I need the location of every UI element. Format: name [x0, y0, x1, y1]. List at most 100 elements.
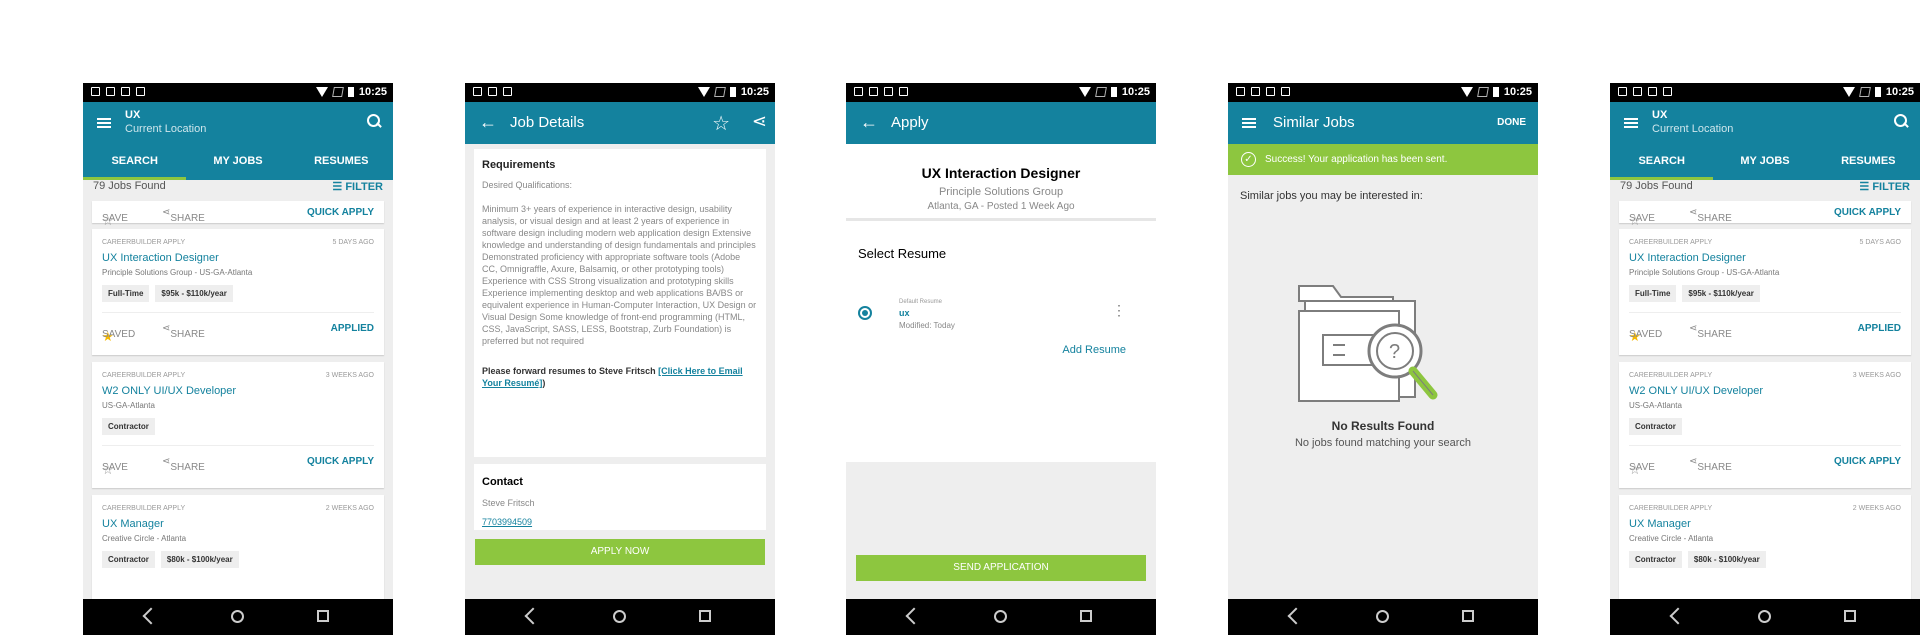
phone-similar-jobs: 10:25 Similar Jobs DONE ✓ Success! Your a…	[1228, 83, 1538, 635]
contact-phone[interactable]: 7703994509	[482, 517, 758, 527]
search-keyword[interactable]: UX	[125, 109, 140, 121]
share-button[interactable]: ⋖ SHARE	[1689, 323, 1732, 340]
job-title[interactable]: UX Interaction Designer	[1619, 246, 1911, 264]
search-icon[interactable]	[1894, 114, 1908, 128]
done-button[interactable]: DONE	[1497, 117, 1526, 128]
saved-button[interactable]: SAVED	[1629, 329, 1662, 340]
android-nav	[465, 599, 775, 635]
menu-icon[interactable]	[1624, 118, 1638, 128]
save-button[interactable]: SAVE	[1629, 462, 1655, 473]
share-icon[interactable]: ⋖	[752, 111, 767, 132]
job-title[interactable]: W2 ONLY UI/UX Developer	[1619, 379, 1911, 397]
recents-nav-icon[interactable]	[1462, 610, 1474, 622]
status-bar: 10:25	[846, 83, 1156, 102]
job-card[interactable]: CAREERBUILDER APPLY 2 WEEKS AGO UX Manage…	[1619, 495, 1911, 605]
job-card[interactable]: CAREERBUILDER APPLY 3 WEEKS AGO W2 ONLY U…	[92, 362, 384, 488]
job-title: UX Interaction Designer	[921, 165, 1081, 181]
tab-my-jobs[interactable]: MY JOBS	[186, 140, 289, 180]
job-card[interactable]: CAREERBUILDER APPLY 2 WEEKS AGO UX Manage…	[92, 495, 384, 605]
share-button[interactable]: ⋖ SHARE	[162, 456, 205, 473]
back-arrow-icon[interactable]: ←	[860, 112, 878, 133]
share-button[interactable]: ⋖ SHARE	[1689, 456, 1732, 473]
job-title[interactable]: W2 ONLY UI/UX Developer	[92, 379, 384, 397]
add-resume-link[interactable]: Add Resume	[1062, 344, 1126, 356]
recents-nav-icon[interactable]	[1080, 610, 1092, 622]
search-location[interactable]: Current Location	[1652, 123, 1733, 135]
home-nav-icon[interactable]	[1376, 610, 1389, 623]
home-nav-icon[interactable]	[994, 610, 1007, 623]
tab-my-jobs[interactable]: MY JOBS	[1713, 140, 1816, 180]
star-icon[interactable]: ☆	[712, 111, 730, 136]
contact-name: Steve Fritsch	[482, 498, 535, 508]
job-company: Principle Solutions Group - US-GA-Atlant…	[102, 268, 253, 277]
recents-nav-icon[interactable]	[1844, 610, 1856, 622]
save-button[interactable]: SAVE	[102, 213, 128, 224]
quick-apply-button[interactable]: QUICK APPLY	[1834, 456, 1901, 467]
phone-job-details: 10:25 ← Job Details ☆ ⋖ Requirements Des…	[465, 83, 775, 635]
phone-search-2: 10:25 UX Current Location SEARCH MY JOBS R…	[1610, 83, 1920, 635]
share-button[interactable]: ⋖ SHARE	[162, 207, 205, 224]
search-keyword[interactable]: UX	[1652, 109, 1667, 121]
tab-search[interactable]: SEARCH	[1610, 140, 1714, 180]
app-bar: ← Apply	[846, 102, 1156, 144]
menu-icon[interactable]	[1242, 118, 1256, 128]
resume-modified: Modified: Today	[899, 321, 955, 330]
home-nav-icon[interactable]	[1758, 610, 1771, 623]
filter-button[interactable]: ☰ FILTER	[1859, 180, 1910, 193]
page-title: Similar Jobs	[1273, 114, 1355, 131]
menu-icon[interactable]	[97, 118, 111, 128]
no-results-subtitle: No jobs found matching your search	[1294, 437, 1472, 449]
job-date: 3 WEEKS AGO	[1852, 372, 1901, 379]
status-bar: 10:25	[465, 83, 775, 102]
no-results-title: No Results Found	[1331, 419, 1435, 433]
tab-search[interactable]: SEARCH	[83, 140, 187, 180]
android-nav	[1228, 599, 1538, 635]
job-title[interactable]: UX Manager	[92, 512, 384, 530]
job-company: US-GA-Atlanta	[102, 401, 155, 410]
job-title[interactable]: UX Interaction Designer	[92, 246, 384, 264]
back-nav-icon[interactable]	[524, 607, 542, 625]
quick-apply-button[interactable]: QUICK APPLY	[1834, 207, 1901, 218]
requirements-section: Requirements Desired Qualifications: Min…	[474, 149, 766, 457]
quick-apply-button[interactable]: QUICK APPLY	[307, 456, 374, 467]
saved-button[interactable]: SAVED	[102, 329, 135, 340]
tab-resumes[interactable]: RESUMES	[290, 140, 393, 180]
resume-radio[interactable]	[858, 306, 872, 320]
default-resume-label: Default Resume	[899, 299, 943, 305]
job-company: Principle Solutions Group	[938, 186, 1064, 198]
search-icon[interactable]	[367, 114, 381, 128]
success-banner: ✓ Success! Your application has been sent…	[1228, 144, 1538, 175]
save-button[interactable]: SAVE	[1629, 213, 1655, 224]
phone-apply: 10:25 ← Apply UX Interaction Designer Pr…	[846, 83, 1156, 635]
share-button[interactable]: ⋖ SHARE	[1689, 207, 1732, 224]
save-button[interactable]: SAVE	[102, 462, 128, 473]
clock: 10:25	[1503, 86, 1532, 98]
job-card[interactable]: CAREERBUILDER APPLY 5 DAYS AGO UX Interac…	[92, 229, 384, 355]
back-nav-icon[interactable]	[142, 607, 160, 625]
back-arrow-icon[interactable]: ←	[479, 112, 497, 133]
job-chip: $80k - $100k/year	[160, 551, 239, 568]
recents-nav-icon[interactable]	[699, 610, 711, 622]
send-application-button[interactable]: SEND APPLICATION	[856, 555, 1146, 581]
back-nav-icon[interactable]	[1287, 607, 1305, 625]
home-nav-icon[interactable]	[613, 610, 626, 623]
applied-label: APPLIED	[1857, 323, 1901, 334]
resume-name[interactable]: ux	[899, 308, 910, 318]
back-nav-icon[interactable]	[1669, 607, 1687, 625]
job-card[interactable]: CAREERBUILDER APPLY 3 WEEKS AGO W2 ONLY U…	[1619, 362, 1911, 488]
filter-button[interactable]: ☰ FILTER	[332, 180, 383, 193]
job-card[interactable]: CAREERBUILDER APPLY 5 DAYS AGO UX Interac…	[1619, 229, 1911, 355]
share-button[interactable]: ⋖ SHARE	[162, 323, 205, 340]
apply-now-button[interactable]: APPLY NOW	[475, 539, 765, 565]
tab-resumes[interactable]: RESUMES	[1817, 140, 1920, 180]
recents-nav-icon[interactable]	[317, 610, 329, 622]
quick-apply-button[interactable]: QUICK APPLY	[307, 207, 374, 218]
back-nav-icon[interactable]	[905, 607, 923, 625]
similar-intro: Similar jobs you may be interested in:	[1240, 190, 1423, 202]
search-location[interactable]: Current Location	[125, 123, 206, 135]
job-title[interactable]: UX Manager	[1619, 512, 1911, 530]
home-nav-icon[interactable]	[231, 610, 244, 623]
more-vert-icon[interactable]: ⋮	[1112, 302, 1126, 319]
job-date: 3 WEEKS AGO	[325, 372, 374, 379]
jobs-count: 79 Jobs Found	[1620, 180, 1693, 192]
